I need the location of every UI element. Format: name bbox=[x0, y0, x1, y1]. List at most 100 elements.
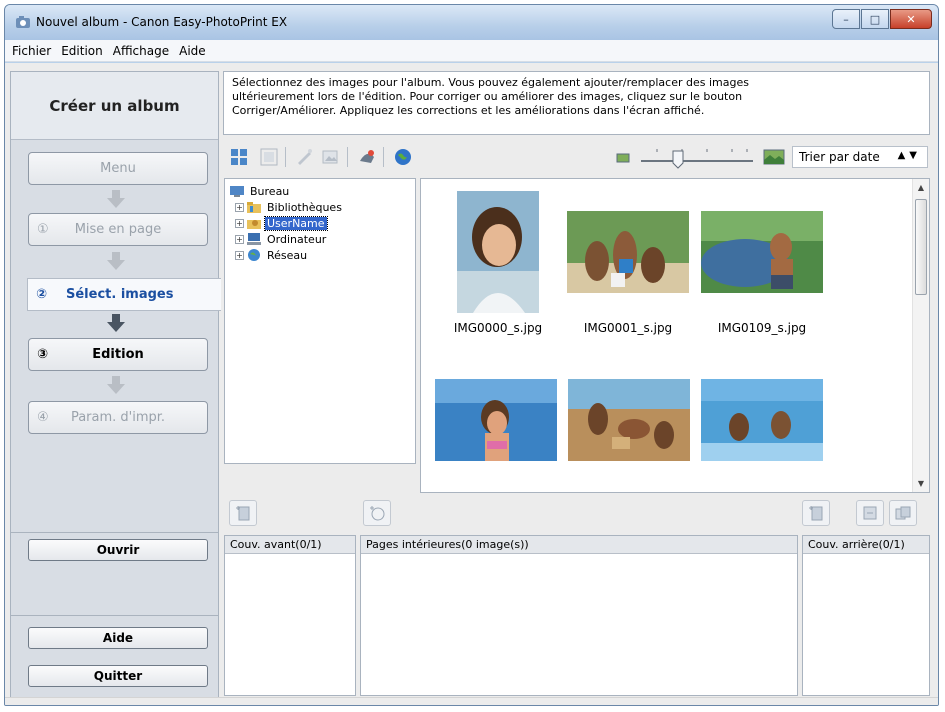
sidebar: Créer un album Menu ① Mise en page ② Sél… bbox=[10, 71, 221, 705]
open-button[interactable]: Ouvrir bbox=[28, 539, 208, 561]
thumbnail-area: IMG0000_s.jpg IMG0001_s.jpg IMG0109_s.jp… bbox=[420, 178, 930, 493]
folder-tree: Bureau + Bibliothèques + UserName + Ordi… bbox=[224, 178, 416, 464]
down-arrow-icon bbox=[107, 314, 125, 332]
maximize-button[interactable]: □ bbox=[861, 9, 889, 29]
tree-item-username[interactable]: + UserName bbox=[229, 215, 415, 231]
thumbnail-filename: IMG0000_s.jpg bbox=[453, 321, 543, 335]
correct-enhance-icon[interactable] bbox=[295, 147, 315, 167]
toolbar-separator bbox=[285, 147, 286, 167]
sidebar-divider bbox=[11, 532, 218, 533]
tree-label: UserName bbox=[264, 215, 328, 231]
scroll-up-icon[interactable]: ▲ bbox=[913, 179, 929, 196]
tree-label: Ordinateur bbox=[267, 232, 327, 246]
menu-bar: Fichier Edition Affichage Aide bbox=[5, 40, 938, 62]
tree-item-reseau[interactable]: + Réseau bbox=[229, 247, 415, 263]
tree-label: Bureau bbox=[250, 184, 290, 198]
tree-label: Réseau bbox=[267, 248, 308, 262]
step-print-settings-label: Param. d'impr. bbox=[70, 410, 166, 425]
sidebar-divider bbox=[11, 615, 218, 616]
tree-item-bibliotheques[interactable]: + Bibliothèques bbox=[229, 199, 415, 215]
app-window: Nouvel album - Canon Easy-PhotoPrint EX … bbox=[4, 4, 939, 706]
step-edition-button[interactable]: ③ Edition bbox=[28, 338, 208, 371]
instructions-box: Sélectionnez des images pour l'album. Vo… bbox=[223, 71, 930, 135]
expand-icon[interactable]: + bbox=[235, 250, 244, 260]
menu-edition[interactable]: Edition bbox=[58, 44, 110, 58]
photo-family-beach-icon[interactable] bbox=[567, 211, 689, 293]
back-cover-header: Couv. arrière(0/1) bbox=[803, 536, 929, 554]
remove-page-icon bbox=[863, 506, 877, 520]
toolbar-separator bbox=[383, 147, 384, 167]
down-arrow-icon bbox=[107, 252, 125, 270]
thumbnail-filename: IMG0109_s.jpg bbox=[717, 321, 807, 335]
small-image-icon bbox=[616, 153, 630, 163]
web-icon[interactable] bbox=[393, 147, 413, 167]
large-image-icon bbox=[763, 149, 785, 165]
remove-all-icon bbox=[895, 506, 911, 520]
step-select-images-label: Sélect. images bbox=[66, 287, 174, 302]
quit-button[interactable]: Quitter bbox=[28, 665, 208, 687]
down-arrow-icon bbox=[107, 376, 125, 394]
photo-children-sea-icon[interactable] bbox=[701, 379, 823, 461]
inner-pages-panel[interactable]: Pages intérieures(0 image(s)) bbox=[360, 535, 798, 696]
help-button[interactable]: Aide bbox=[28, 627, 208, 649]
desktop-icon bbox=[230, 186, 244, 197]
instructions-line: Corriger/Améliorer. Appliquez les correc… bbox=[232, 104, 705, 117]
sort-arrows-icon: ▲▼ bbox=[897, 150, 921, 161]
menu-affichage[interactable]: Affichage bbox=[110, 44, 176, 58]
menu-fichier[interactable]: Fichier bbox=[9, 44, 58, 58]
step-layout-button[interactable]: ① Mise en page bbox=[28, 213, 208, 246]
edit-image-icon[interactable] bbox=[321, 147, 341, 167]
expand-icon[interactable]: + bbox=[235, 218, 244, 228]
thumbnail-scrollbar[interactable]: ▲ ▼ bbox=[912, 179, 929, 492]
grid-view-icon[interactable] bbox=[229, 147, 249, 167]
step-select-images-button[interactable]: ② Sélect. images bbox=[27, 278, 221, 311]
thumbnail-filename: IMG0001_s.jpg bbox=[583, 321, 673, 335]
user-folder-icon bbox=[247, 220, 261, 229]
toolbar-separator bbox=[347, 147, 348, 167]
zoom-slider[interactable] bbox=[637, 145, 757, 169]
sidebar-header: Créer un album bbox=[11, 72, 218, 140]
sort-dropdown[interactable]: Trier par date ▲▼ bbox=[792, 146, 928, 168]
add-to-inner-pages-button[interactable] bbox=[363, 500, 391, 526]
close-button[interactable]: ✕ bbox=[890, 9, 932, 29]
tree-item-bureau[interactable]: Bureau bbox=[229, 183, 415, 199]
photo-girl-pool-icon[interactable] bbox=[435, 379, 557, 461]
window-title: Nouvel album - Canon Easy-PhotoPrint EX bbox=[36, 15, 288, 29]
step-layout-label: Mise en page bbox=[74, 222, 162, 237]
photo-girl-portrait-icon[interactable] bbox=[457, 191, 539, 313]
step-menu-button[interactable]: Menu bbox=[28, 152, 208, 185]
instructions-line: ultérieurement lors de l'édition. Pour c… bbox=[232, 90, 743, 103]
library-folder-icon bbox=[247, 202, 261, 213]
app-icon bbox=[16, 16, 30, 28]
menu-aide[interactable]: Aide bbox=[176, 44, 213, 58]
back-cover-panel[interactable]: Couv. arrière(0/1) bbox=[802, 535, 930, 696]
front-cover-header: Couv. avant(0/1) bbox=[225, 536, 355, 554]
remove-image-button[interactable] bbox=[856, 500, 884, 526]
expand-icon[interactable]: + bbox=[235, 202, 244, 212]
special-filters-icon[interactable] bbox=[357, 147, 377, 167]
front-cover-panel[interactable]: Couv. avant(0/1) bbox=[224, 535, 356, 696]
step-select-images-number: ② bbox=[36, 287, 48, 302]
add-page-icon bbox=[809, 506, 823, 521]
expand-icon[interactable]: + bbox=[235, 234, 244, 244]
minimize-button[interactable]: – bbox=[832, 9, 860, 29]
remove-all-images-button[interactable] bbox=[889, 500, 917, 526]
scrollbar-thumb[interactable] bbox=[915, 199, 927, 295]
step-edition-label: Edition bbox=[92, 347, 144, 362]
title-bar: Nouvel album - Canon Easy-PhotoPrint EX … bbox=[5, 5, 938, 40]
tree-item-ordinateur[interactable]: + Ordinateur bbox=[229, 231, 415, 247]
add-to-front-cover-button[interactable] bbox=[229, 500, 257, 526]
status-bar bbox=[5, 697, 938, 705]
step-print-settings-button[interactable]: ④ Param. d'impr. bbox=[28, 401, 208, 434]
image-toolbar: Trier par date ▲▼ bbox=[223, 143, 930, 171]
add-to-back-cover-button[interactable] bbox=[802, 500, 830, 526]
select-all-icon[interactable] bbox=[259, 147, 279, 167]
computer-icon bbox=[247, 233, 261, 245]
client-area: Créer un album Menu ① Mise en page ② Sél… bbox=[5, 63, 938, 705]
scroll-down-icon[interactable]: ▼ bbox=[913, 475, 929, 492]
step-menu-label: Menu bbox=[100, 161, 136, 176]
photo-sand-castle-icon[interactable] bbox=[568, 379, 690, 461]
sort-label: Trier par date bbox=[799, 150, 880, 164]
add-page-icon bbox=[236, 506, 250, 521]
photo-boy-surfboard-icon[interactable] bbox=[701, 211, 823, 293]
